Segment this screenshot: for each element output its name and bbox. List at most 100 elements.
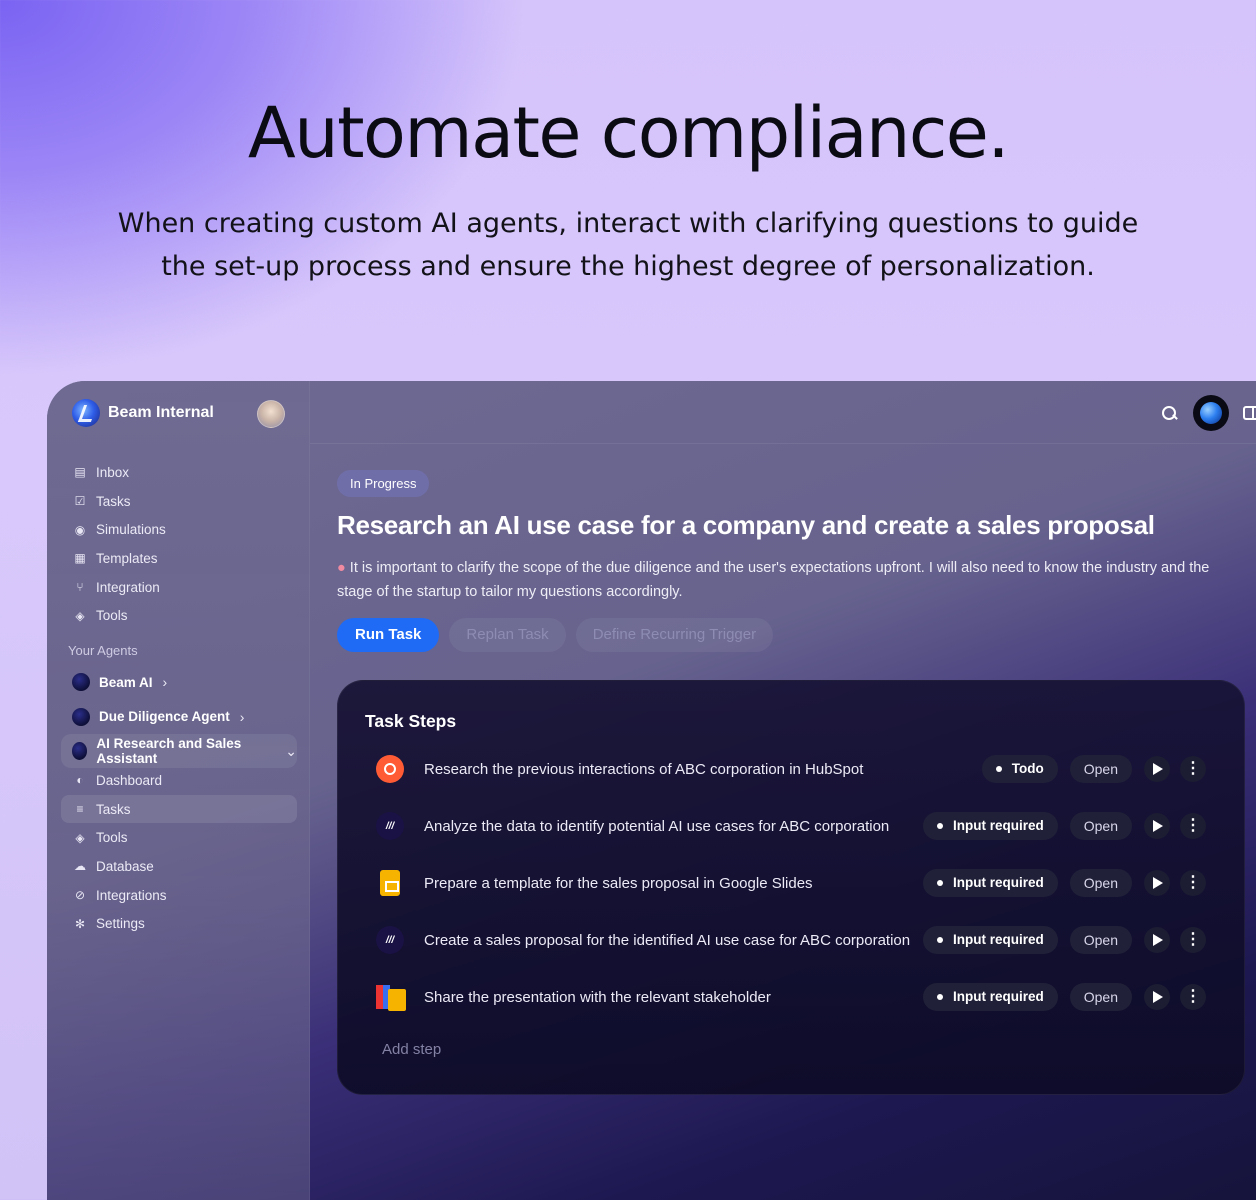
templates-icon: ▦ [74,551,86,566]
sidebar-item-database[interactable]: ☁ Database [61,852,297,881]
agent-avatar [72,742,88,760]
open-button[interactable]: Open [1069,983,1132,1011]
task-steps-panel: Task Steps Research the previous interac… [337,680,1245,1095]
sidebar: Beam Internal ▤ Inbox ☑ Tasks ◉ Simulations… [47,381,310,1200]
sidebar-item-label: Inbox [96,464,130,480]
status-badge: In Progress [337,470,430,497]
agent-beam-ai[interactable]: Beam AI › [61,665,297,699]
agents-section-label: Your Agents [68,643,138,658]
sidebar-item-label: Tasks [96,801,131,817]
open-button[interactable]: Open [1069,926,1132,954]
beam-agent-icon: /// [376,926,404,954]
dashboard-icon: ◐ [76,773,84,788]
task-steps-title: Task Steps [365,711,457,731]
agent-avatar [72,673,90,691]
task-description: ● It is important to clarify the scope o… [337,556,1247,604]
tools-icon: ◈ [75,608,85,623]
sidebar-item-integration[interactable]: ⑂ Integration [61,573,297,602]
open-button[interactable]: Open [1069,755,1132,783]
hubspot-icon [376,755,404,783]
define-trigger-button[interactable]: Define Recurring Trigger [575,618,774,652]
sidebar-item-label: Integrations [96,887,167,903]
sidebar-item-agent-tasks[interactable]: ≡ Tasks [61,794,297,824]
run-task-button[interactable]: Run Task [337,618,440,652]
tasks-icon: ≡ [76,802,84,817]
agent-subnav: ◐ Dashboard ≡ Tasks ◈ Tools ☁ Database ⊘ Inte… [61,766,297,938]
list-item[interactable]: /// Analyze the data to identify potenti… [376,806,1206,846]
sidebar-item-label: Dashboard [96,772,163,788]
sidebar-item-agent-tools[interactable]: ◈ Tools [61,823,297,852]
sidebar-item-integrations[interactable]: ⊘ Integrations [61,881,297,910]
assistant-orb-button[interactable] [1193,395,1229,431]
hero-subtitle: When creating custom AI agents, interact… [117,208,1139,282]
status-badge: Input required [923,926,1058,954]
sidebar-toggle-icon[interactable] [1243,406,1256,420]
workspace-switcher[interactable]: Beam Internal [72,399,214,427]
agent-due-diligence[interactable]: Due Diligence Agent › [61,700,297,734]
more-options-icon[interactable]: ⋮ [1180,870,1206,896]
open-button[interactable]: Open [1069,812,1132,840]
sidebar-item-templates[interactable]: ▦ Templates [61,544,297,573]
play-icon[interactable] [1144,870,1170,896]
sidebar-item-label: Integration [96,579,160,595]
replan-task-button[interactable]: Replan Task [449,618,566,652]
chevron-right-icon: › [239,708,245,725]
task-actions: Run Task Replan Task Define Recurring Tr… [337,618,1256,652]
hero-title: Automate compliance. [247,92,1010,174]
simulations-icon: ◉ [74,522,86,537]
tasks-icon: ☑ [74,494,86,509]
more-options-icon[interactable]: ⋮ [1180,813,1206,839]
step-label: Share the presentation with the relevant… [424,988,771,1006]
agents-list: Beam AI › Due Diligence Agent › AI Researc… [61,665,297,769]
inbox-icon: ▤ [74,465,86,480]
step-label: Analyze the data to identify potential A… [424,817,890,835]
agent-avatar [72,707,90,726]
more-options-icon[interactable]: ⋮ [1180,756,1206,782]
sidebar-item-label: Tools [96,608,128,624]
sidebar-item-tasks[interactable]: ☑ Tasks [61,487,297,516]
status-badge: Input required [923,812,1058,840]
sidebar-item-label: Simulations [96,522,166,538]
tools-icon: ◈ [75,830,85,845]
sidebar-item-label: Tools [96,830,128,846]
play-icon[interactable] [1144,813,1170,839]
google-slides-icon [376,869,404,897]
task-description-text: It is important to clarify the scope of … [337,560,1210,600]
sidebar-item-label: Database [96,858,154,874]
page-title: Research an AI use case for a company an… [337,510,1155,540]
database-icon: ☁ [74,859,86,874]
settings-icon: ✻ [74,916,86,931]
orb-icon [1200,402,1222,424]
topbar-actions [1161,395,1256,431]
avatar[interactable] [257,400,285,428]
add-step-button[interactable]: Add step [382,1041,441,1058]
play-icon[interactable] [1144,927,1170,953]
sidebar-item-label: Tasks [96,493,131,509]
status-badge: Todo [981,755,1058,783]
sidebar-item-settings[interactable]: ✻ Settings [61,909,297,938]
chevron-right-icon: › [162,674,168,690]
integration-icon: ⑂ [76,580,84,595]
play-icon[interactable] [1144,984,1170,1010]
list-item[interactable]: /// Create a sales proposal for the iden… [376,920,1206,960]
list-item[interactable]: Research the previous interactions of AB… [376,749,1206,789]
sidebar-item-dashboard[interactable]: ◐ Dashboard [61,766,297,795]
open-button[interactable]: Open [1069,869,1132,897]
gmail-slides-icon [376,983,406,1011]
task-detail: In Progress Research an AI use case for … [337,470,1256,652]
more-options-icon[interactable]: ⋮ [1180,984,1206,1010]
list-item[interactable]: Share the presentation with the relevant… [376,977,1206,1017]
brain-icon: ● [337,560,346,576]
list-item[interactable]: Prepare a template for the sales proposa… [376,863,1206,903]
workspace-name: Beam Internal [108,404,214,421]
integrations-icon: ⊘ [74,888,86,903]
sidebar-item-inbox[interactable]: ▤ Inbox [61,458,297,487]
play-icon[interactable] [1144,756,1170,782]
search-icon[interactable] [1161,405,1177,421]
agent-ai-research-sales[interactable]: AI Research and Sales Assistant ⌄ [61,734,297,768]
sidebar-item-label: Settings [96,916,145,932]
agent-label: Due Diligence Agent [99,709,230,724]
more-options-icon[interactable]: ⋮ [1180,927,1206,953]
sidebar-item-tools[interactable]: ◈ Tools [61,601,297,630]
sidebar-item-simulations[interactable]: ◉ Simulations [61,515,297,544]
